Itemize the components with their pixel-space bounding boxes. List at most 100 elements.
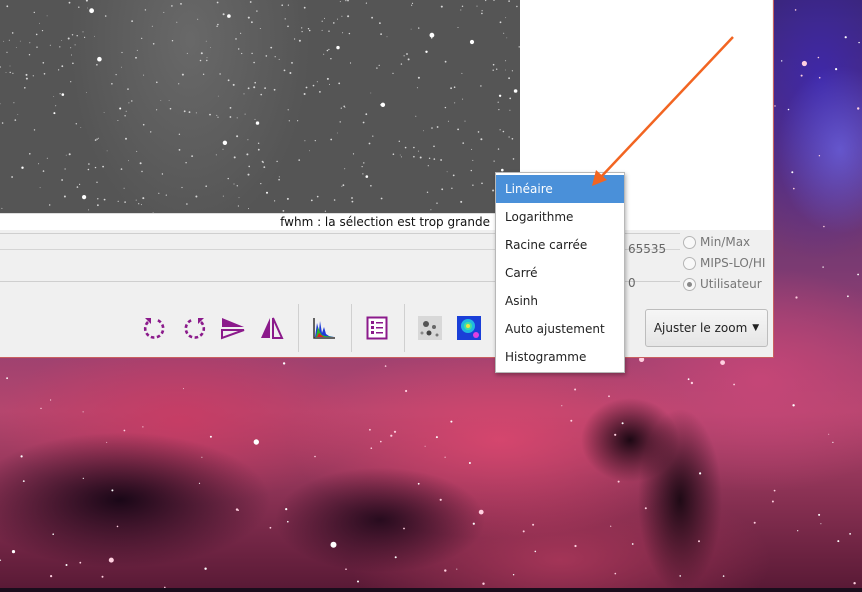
star: [773, 489, 776, 492]
star: [509, 97, 512, 100]
fit-zoom-button[interactable]: Ajuster le zoom ▼: [645, 309, 768, 347]
star: [259, 28, 261, 29]
menu-item-logarithme[interactable]: Logarithme: [496, 203, 624, 231]
star: [50, 575, 53, 578]
max-value-field[interactable]: 65535: [628, 242, 666, 256]
star: [28, 54, 31, 56]
scale-function-menu[interactable]: Linéaire Logarithme Racine carrée Carré …: [495, 172, 625, 373]
star: [301, 27, 303, 29]
radio-button[interactable]: [683, 277, 696, 291]
star: [326, 49, 329, 52]
star: [687, 378, 690, 381]
star: [342, 184, 345, 187]
menu-item-carre[interactable]: Carré: [496, 259, 624, 287]
star: [278, 58, 280, 60]
star: [236, 117, 238, 119]
star: [29, 42, 31, 44]
mirror-horizontal-button[interactable]: [219, 312, 247, 344]
star: [117, 120, 119, 121]
star: [94, 139, 97, 141]
radio-button[interactable]: [683, 235, 696, 249]
star: [287, 4, 289, 6]
star: [50, 399, 52, 401]
radio-button[interactable]: [683, 256, 696, 270]
menu-item-asinh[interactable]: Asinh: [496, 287, 624, 315]
star: [49, 204, 51, 206]
star: [499, 21, 502, 24]
radio-utilisateur[interactable]: Utilisateur: [683, 274, 762, 294]
star: [407, 58, 410, 61]
rotate-right-button[interactable]: [180, 312, 208, 344]
list-button[interactable]: [363, 312, 391, 344]
color-preview-button[interactable]: [455, 312, 483, 344]
star: [287, 520, 289, 523]
star: [818, 155, 821, 157]
star: [68, 1, 71, 4]
star: [9, 71, 11, 74]
star: [508, 0, 510, 2]
star: [142, 426, 144, 428]
star: [8, 39, 10, 41]
grayscale-preview-button[interactable]: [416, 312, 444, 344]
star: [297, 120, 299, 122]
radio-mips-lo-hi[interactable]: MIPS-LO/HI: [683, 253, 765, 273]
star: [508, 136, 510, 138]
star: [614, 433, 617, 436]
menu-item-lineaire[interactable]: Linéaire: [496, 175, 624, 203]
star: [238, 197, 240, 199]
star: [165, 194, 167, 196]
star: [88, 209, 90, 211]
star: [384, 365, 387, 367]
star: [253, 86, 256, 89]
histogram-button[interactable]: [310, 312, 338, 344]
star: [71, 34, 74, 36]
star: [253, 61, 255, 64]
star: [435, 436, 438, 439]
star: [222, 148, 224, 150]
star: [418, 27, 420, 29]
star: [326, 77, 329, 80]
application-window: fwhm : la sélection est trop grande 6553…: [0, 0, 774, 358]
star: [209, 435, 212, 438]
star: [330, 541, 337, 548]
menu-item-histogramme[interactable]: Histogramme: [496, 343, 624, 371]
star: [330, 58, 332, 60]
star: [188, 111, 191, 113]
star: [269, 526, 272, 529]
star: [106, 441, 108, 443]
star: [243, 93, 245, 95]
star: [314, 140, 316, 142]
star: [274, 200, 276, 202]
star: [65, 154, 67, 156]
star: [439, 498, 442, 501]
star: [502, 130, 505, 133]
star: [720, 360, 725, 365]
star: [141, 170, 143, 173]
star: [858, 41, 860, 44]
star: [136, 49, 138, 51]
min-value-field[interactable]: 0: [628, 276, 636, 290]
star: [792, 404, 795, 407]
star: [241, 52, 243, 55]
star: [822, 266, 824, 268]
star: [417, 482, 420, 485]
star: [76, 186, 79, 188]
star: [200, 52, 203, 55]
mirror-vertical-button[interactable]: [258, 312, 286, 344]
star: [171, 40, 174, 42]
radio-minmax[interactable]: Min/Max: [683, 232, 750, 252]
star: [11, 176, 14, 178]
star: [115, 74, 117, 76]
toolbar-separator: [351, 304, 352, 352]
rotate-left-button[interactable]: [141, 312, 169, 344]
star: [316, 195, 319, 198]
menu-item-auto-ajustement[interactable]: Auto ajustement: [496, 315, 624, 343]
star: [248, 208, 249, 210]
star: [429, 32, 435, 38]
star: [84, 36, 86, 39]
menu-item-racine-carree[interactable]: Racine carrée: [496, 231, 624, 259]
image-view[interactable]: [0, 0, 520, 213]
star: [361, 166, 363, 168]
star: [413, 146, 415, 149]
star: [621, 422, 624, 425]
